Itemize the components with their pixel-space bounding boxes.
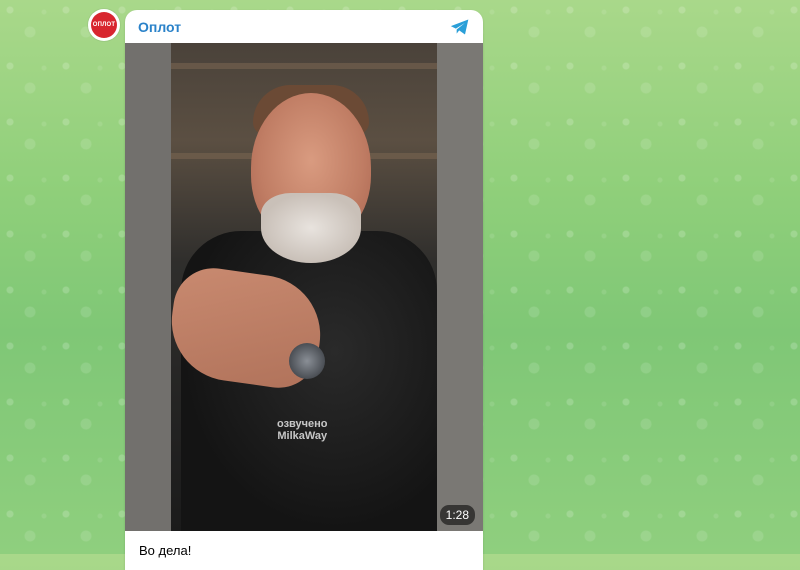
channel-avatar[interactable]: ОПЛОТ bbox=[88, 9, 120, 41]
watermark-line1: озвучено bbox=[277, 418, 328, 430]
wristwatch bbox=[289, 343, 325, 379]
video-watermark: озвучено MilkaWay bbox=[277, 418, 328, 442]
video-player[interactable]: озвучено MilkaWay 1:28 bbox=[125, 43, 483, 531]
message-card: Оплот озвучено MilkaWay 1:28 Во дела! bbox=[125, 10, 483, 570]
video-blur-left bbox=[125, 43, 171, 531]
watermark-line2: MilkaWay bbox=[277, 430, 328, 442]
video-thumbnail[interactable]: озвучено MilkaWay bbox=[171, 43, 437, 531]
channel-name[interactable]: Оплот bbox=[138, 19, 181, 35]
background-shelf bbox=[171, 63, 437, 69]
person-beard bbox=[261, 193, 361, 263]
channel-logo: ОПЛОТ bbox=[91, 12, 117, 38]
avatar-label: ОПЛОТ bbox=[92, 22, 116, 28]
telegram-plane-icon[interactable] bbox=[449, 16, 471, 38]
video-duration-badge: 1:28 bbox=[439, 505, 475, 525]
video-blur-right bbox=[437, 43, 483, 531]
message-header: Оплот bbox=[125, 10, 483, 43]
post-caption: Во дела! bbox=[139, 543, 192, 558]
